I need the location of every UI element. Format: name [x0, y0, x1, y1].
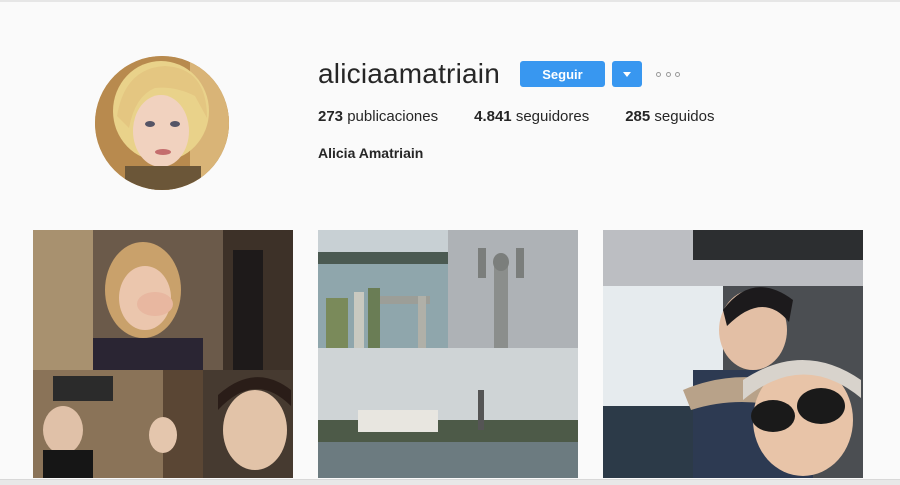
top-divider — [0, 0, 900, 2]
profile-username: aliciaamatriain — [318, 58, 500, 89]
stat-label: seguidores — [515, 108, 590, 125]
stat-following[interactable]: 285 seguidos — [625, 108, 714, 125]
profile-stats: 273 publicaciones 4.841 seguidores 285 s… — [318, 108, 750, 125]
stat-count: 273 — [318, 108, 344, 125]
stat-posts: 273 publicaciones — [318, 108, 438, 125]
post-thumbnail-collage-restaurant[interactable] — [33, 230, 293, 478]
stat-label: seguidos — [654, 108, 715, 125]
chevron-down-icon — [623, 71, 631, 77]
stat-count: 285 — [625, 108, 651, 125]
suggestions-dropdown-button[interactable] — [612, 61, 642, 87]
post-thumbnail-car-selfie[interactable] — [603, 230, 863, 478]
profile-full-name: Alicia Amatriain — [318, 145, 424, 161]
bottom-scrollbar — [0, 479, 900, 485]
stat-count: 4.841 — [474, 108, 512, 125]
post-thumbnail-collage-lake[interactable] — [318, 230, 578, 478]
follow-button[interactable]: Seguir — [520, 61, 605, 87]
stat-label: publicaciones — [347, 108, 439, 125]
more-options-icon[interactable] — [656, 68, 680, 80]
stat-followers[interactable]: 4.841 seguidores — [474, 108, 589, 125]
profile-avatar[interactable] — [95, 56, 229, 190]
